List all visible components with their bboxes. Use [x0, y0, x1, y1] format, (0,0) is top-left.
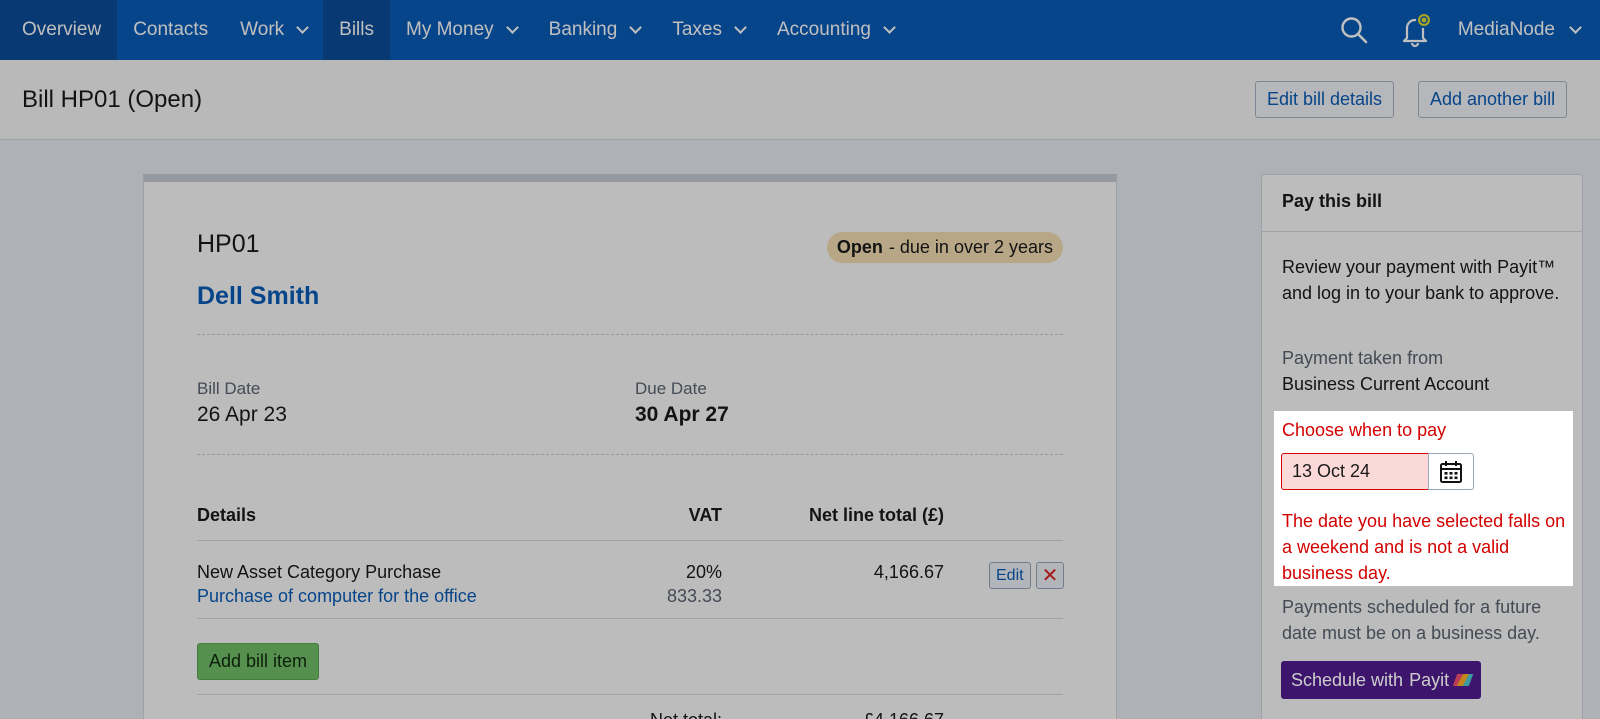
- divider: [197, 694, 1063, 695]
- net-total-value: £4,166.67: [744, 710, 944, 719]
- choose-date-label: Choose when to pay: [1282, 420, 1447, 440]
- line-item-category: New Asset Category Purchase: [197, 562, 442, 582]
- column-header-details: Details: [197, 505, 257, 525]
- nav-contacts[interactable]: Contacts: [117, 0, 224, 60]
- nav-bills[interactable]: Bills: [323, 0, 390, 60]
- account-menu[interactable]: MediaNode: [1458, 19, 1600, 41]
- nav-bills-label: Bills: [339, 19, 374, 40]
- bill-card: HP01 Dell Smith Open - due in over 2 yea…: [143, 174, 1117, 719]
- bill-date-value: 26 Apr 23: [197, 403, 287, 426]
- chevron-down-icon: [883, 21, 896, 34]
- due-date-value: 30 Apr 27: [635, 403, 729, 426]
- nav-work[interactable]: Work: [224, 0, 323, 60]
- payment-from-label: Payment taken from: [1282, 348, 1444, 368]
- nav-contacts-label: Contacts: [133, 19, 209, 40]
- nav-overview-label: Overview: [22, 19, 102, 40]
- page-title: Bill HP01 (Open): [22, 86, 203, 113]
- column-header-net-total: Net line total (£): [808, 505, 944, 525]
- divider: [197, 618, 1063, 619]
- divider: [197, 540, 1063, 541]
- payit-intro: Review your payment with Payit™ and log …: [1282, 257, 1560, 303]
- chevron-down-icon: [1569, 21, 1582, 34]
- status-badge: Open - due in over 2 years: [826, 232, 1063, 263]
- status-detail: - due in over 2 years: [888, 237, 1053, 257]
- line-item-vat-amount: 833.33: [666, 586, 722, 606]
- notification-bell-icon[interactable]: [1396, 10, 1436, 50]
- panel-title: Pay this bill: [1262, 175, 1582, 232]
- business-day-note: Payments scheduled for a future date mus…: [1282, 597, 1542, 643]
- nav-my-money[interactable]: My Money: [390, 0, 533, 60]
- search-icon[interactable]: [1334, 10, 1374, 50]
- nav-accounting[interactable]: Accounting: [761, 0, 910, 60]
- edit-line-item-button[interactable]: Edit: [989, 562, 1031, 589]
- schedule-with-payit-button[interactable]: Schedule with Payit: [1281, 661, 1482, 699]
- nav-banking-label: Banking: [548, 19, 618, 40]
- divider: [197, 334, 1063, 335]
- schedule-button-label: Schedule with: [1291, 669, 1404, 690]
- top-navigation: Overview Contacts Work Bills My Money Ba…: [0, 0, 1600, 60]
- nav-work-label: Work: [240, 19, 285, 40]
- add-another-bill-button[interactable]: Add another bill: [1418, 81, 1568, 118]
- nav-my-money-label: My Money: [406, 19, 494, 40]
- line-item-description[interactable]: Purchase of computer for the office: [197, 586, 477, 607]
- nav-right-group: MediaNode: [1334, 0, 1600, 60]
- calendar-icon[interactable]: [1428, 453, 1474, 490]
- nav-taxes[interactable]: Taxes: [656, 0, 761, 60]
- edit-bill-details-button[interactable]: Edit bill details: [1255, 81, 1395, 118]
- nav-accounting-label: Accounting: [776, 19, 871, 40]
- payment-from-value: Business Current Account: [1282, 374, 1490, 394]
- date-error-message: The date you have selected falls on a we…: [1282, 511, 1566, 583]
- close-icon: ✕: [1041, 565, 1059, 587]
- page-header: Bill HP01 (Open) Edit bill details Add a…: [0, 60, 1600, 140]
- payment-date-input[interactable]: [1281, 453, 1429, 490]
- nav-banking[interactable]: Banking: [533, 0, 657, 60]
- add-bill-item-button[interactable]: Add bill item: [197, 643, 320, 680]
- nav-taxes-label: Taxes: [672, 19, 722, 40]
- column-header-vat: VAT: [688, 505, 722, 525]
- due-date-label: Due Date: [635, 379, 707, 398]
- delete-line-item-button[interactable]: ✕: [1036, 562, 1064, 589]
- chevron-down-icon: [296, 21, 310, 34]
- net-total-label: Net total:: [584, 710, 722, 719]
- line-item-vat-rate: 20%: [685, 562, 722, 582]
- nav-overview[interactable]: Overview: [0, 0, 118, 60]
- status-label: Open: [836, 237, 883, 257]
- divider: [197, 454, 1063, 455]
- bill-date-label: Bill Date: [197, 379, 261, 398]
- line-item-net-total: 4,166.67: [873, 562, 944, 582]
- chevron-down-icon: [629, 21, 643, 34]
- account-name: MediaNode: [1457, 19, 1555, 40]
- chevron-down-icon: [734, 21, 747, 34]
- chevron-down-icon: [505, 21, 519, 34]
- payit-logo: Payit: [1409, 669, 1450, 690]
- contact-link[interactable]: Dell Smith: [197, 282, 1063, 311]
- payit-stripes-icon: [1452, 674, 1474, 686]
